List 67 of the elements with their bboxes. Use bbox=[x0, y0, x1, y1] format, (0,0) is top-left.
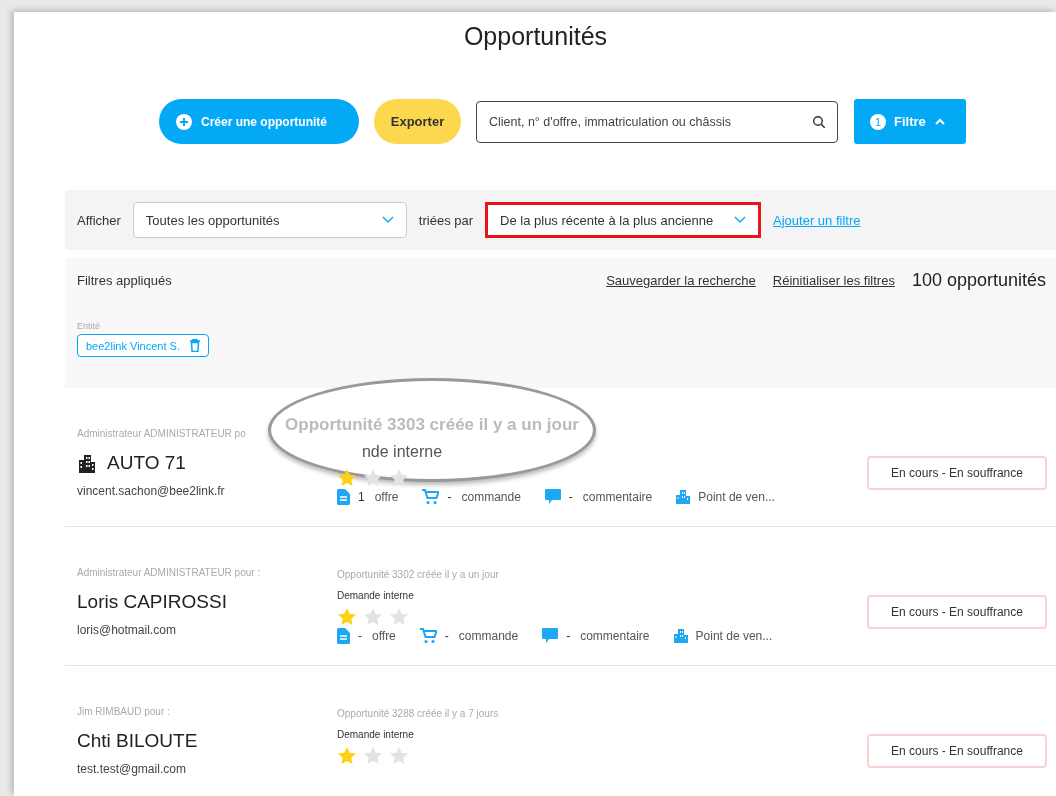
building-icon bbox=[77, 453, 97, 473]
client-name[interactable]: Loris CAPIROSSI bbox=[77, 591, 227, 613]
status-badge: En cours - En souffrance bbox=[867, 595, 1047, 629]
order-count: - bbox=[444, 629, 449, 643]
cart-icon bbox=[422, 489, 440, 505]
star-icon bbox=[363, 468, 383, 487]
filter-count-badge: 1 bbox=[870, 113, 886, 130]
show-label: Afficher bbox=[77, 212, 121, 228]
building-icon bbox=[673, 629, 688, 643]
point-of-sale-text: Point de ven... bbox=[698, 490, 775, 504]
order-label: commande bbox=[458, 629, 519, 643]
client-email: loris@hotmail.com bbox=[77, 623, 177, 637]
client-name[interactable]: AUTO 71 bbox=[107, 452, 186, 474]
comment-icon bbox=[542, 628, 559, 644]
chevron-down-icon bbox=[734, 216, 747, 224]
author-text: Administrateur ADMINISTRATEUR pour : bbox=[77, 567, 262, 578]
star-icon bbox=[389, 607, 409, 626]
comment-icon bbox=[544, 489, 561, 505]
star-icon bbox=[389, 746, 409, 765]
author-text: Administrateur ADMINISTRATEUR po bbox=[77, 428, 247, 439]
document-icon bbox=[337, 489, 350, 505]
status-badge: En cours - En souffrance bbox=[867, 456, 1047, 490]
sort-select[interactable]: De la plus récente à la plus ancienne bbox=[485, 202, 762, 238]
search-icon bbox=[812, 114, 826, 129]
show-select[interactable]: Toutes les opportunités bbox=[132, 202, 407, 238]
chevron-icon bbox=[933, 117, 946, 126]
offer-label: offre bbox=[374, 490, 399, 504]
star-icon bbox=[363, 746, 383, 765]
author-text: Jim RIMBAUD pour : bbox=[77, 706, 171, 717]
plus-circle-icon bbox=[175, 112, 193, 131]
applied-filters-title: Filtres appliqués bbox=[77, 273, 173, 288]
building-icon bbox=[676, 490, 691, 504]
star-icon bbox=[337, 468, 357, 487]
reset-filters-link[interactable]: Réinitialiser les filtres bbox=[772, 273, 895, 288]
trash-icon bbox=[190, 339, 200, 352]
client-email: vincent.sachon@bee2link.fr bbox=[77, 484, 226, 498]
sort-label: triées par bbox=[418, 212, 474, 228]
chevron-down-icon bbox=[381, 216, 394, 224]
request-type: Demande interne bbox=[337, 729, 415, 741]
star-icon bbox=[337, 746, 357, 765]
offer-count: 1 bbox=[358, 490, 365, 504]
star-icon bbox=[389, 468, 409, 487]
comment-count: - bbox=[568, 490, 573, 504]
client-name[interactable]: Chti BILOUTE bbox=[77, 730, 198, 752]
chip-label: Entité bbox=[77, 321, 101, 331]
save-search-link[interactable]: Sauvegarder la recherche bbox=[606, 273, 756, 288]
order-count: - bbox=[447, 490, 452, 504]
document-icon bbox=[337, 628, 350, 644]
comment-label: commentaire bbox=[582, 490, 653, 504]
comment-count: - bbox=[566, 629, 571, 643]
magnified-opportunity-title: Opportunité 3303 créée il y a un jour bbox=[285, 415, 579, 435]
status-badge: En cours - En souffrance bbox=[867, 734, 1047, 768]
offer-label: offre bbox=[372, 629, 396, 643]
offer-count: - bbox=[358, 629, 362, 643]
magnified-request-type: nde interne bbox=[361, 443, 443, 461]
cart-icon bbox=[419, 628, 437, 644]
result-count: 100 opportunités bbox=[911, 270, 1047, 291]
order-label: commande bbox=[461, 490, 521, 504]
search-field[interactable]: Client, n° d'offre, immatriculation ou châssis bbox=[476, 100, 838, 143]
page-title: Opportunités bbox=[462, 21, 609, 52]
client-email: test.test@gmail.com bbox=[77, 762, 187, 776]
point-of-sale-text: Point de ven... bbox=[695, 629, 773, 643]
star-icon bbox=[337, 607, 357, 626]
star-icon bbox=[363, 607, 383, 626]
comment-label: commentaire bbox=[580, 629, 650, 643]
request-type: Demande interne bbox=[337, 590, 415, 602]
export-button[interactable]: Exporter bbox=[374, 99, 461, 144]
